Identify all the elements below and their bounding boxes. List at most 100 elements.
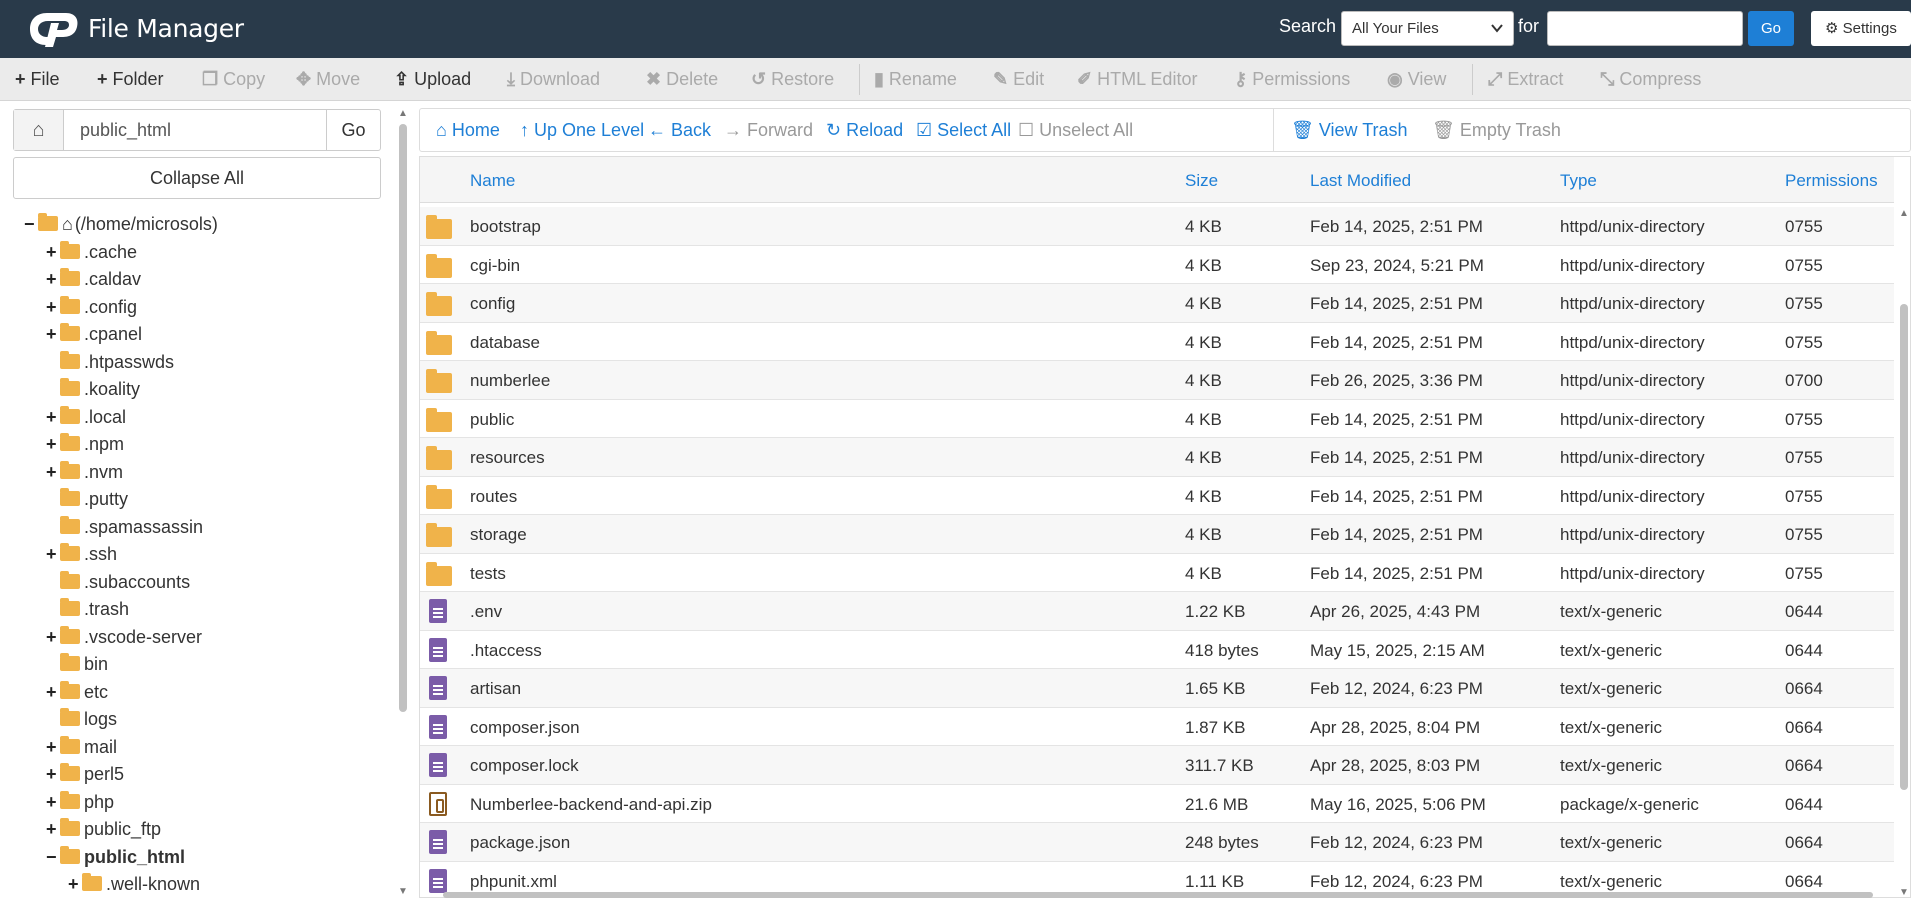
expand-icon[interactable]: + (46, 679, 60, 706)
tree-item[interactable]: + .ssh (46, 541, 117, 568)
search-input[interactable] (1547, 11, 1743, 46)
tree-item[interactable]: .htpasswds (46, 349, 174, 376)
tree-item[interactable]: bin (46, 651, 108, 678)
table-row[interactable]: .env 1.22 KB Apr 26, 2025, 4:43 PM text/x-g… (420, 592, 1894, 631)
tree-item[interactable]: .trash (46, 596, 129, 623)
tree-item[interactable]: .putty (46, 486, 128, 513)
html-editor-button[interactable]: ✐ HTML Editor (1077, 58, 1197, 101)
horizontal-scrollbar[interactable] (419, 892, 1897, 898)
table-row[interactable]: bootstrap 4 KB Feb 14, 2025, 2:51 PM httpd/… (420, 207, 1894, 246)
scrollbar-thumb[interactable] (1900, 304, 1908, 790)
tree-item[interactable]: + .cpanel (46, 321, 142, 348)
column-last-modified[interactable]: Last Modified (1310, 171, 1411, 191)
path-go-button[interactable]: Go (326, 110, 380, 150)
reload-button[interactable]: ↻ Reload (826, 109, 903, 151)
up-one-level-button[interactable]: ↑ Up One Level (520, 109, 644, 151)
tree-item[interactable]: − ⌂ (/home/microsols) (24, 211, 218, 238)
new-folder-button[interactable]: + Folder (97, 58, 164, 101)
table-row[interactable]: storage 4 KB Feb 14, 2025, 2:51 PM httpd/un… (420, 515, 1894, 554)
expand-icon[interactable]: + (46, 294, 60, 321)
cpanel-logo[interactable] (26, 9, 82, 49)
tree-item[interactable]: + .well-known (68, 871, 200, 898)
expand-icon[interactable]: + (46, 624, 60, 651)
collapse-icon[interactable]: − (24, 211, 38, 238)
expand-icon[interactable]: + (46, 266, 60, 293)
copy-button[interactable]: ❐ Copy (202, 58, 265, 101)
expand-icon[interactable]: + (46, 321, 60, 348)
table-row[interactable]: .htaccess 418 bytes May 15, 2025, 2:15 AM t… (420, 631, 1894, 669)
expand-icon[interactable]: + (46, 431, 60, 458)
forward-button[interactable]: → Forward (724, 109, 813, 151)
tree-item[interactable]: + .caldav (46, 266, 141, 293)
tree-item[interactable]: + .cache (46, 239, 137, 266)
table-row[interactable]: composer.json 1.87 KB Apr 28, 2025, 8:04 P… (420, 708, 1894, 746)
empty-trash-button[interactable]: 🗑 Empty Trash (1432, 109, 1561, 151)
view-trash-button[interactable]: 🗑 View Trash (1291, 109, 1408, 151)
table-row[interactable]: tests 4 KB Feb 14, 2025, 2:51 PM httpd/unix… (420, 554, 1894, 592)
tree-item[interactable]: + .nvm (46, 459, 123, 486)
table-row[interactable]: resources 4 KB Feb 14, 2025, 2:51 PM httpd/… (420, 438, 1894, 477)
tree-item[interactable]: + .config (46, 294, 137, 321)
new-file-button[interactable]: + File (15, 58, 60, 101)
edit-button[interactable]: ✎ Edit (993, 58, 1044, 101)
compress-button[interactable]: ⤡ Compress (1600, 58, 1701, 101)
column-type[interactable]: Type (1560, 171, 1597, 191)
home-button[interactable]: ⌂ Home (436, 109, 500, 151)
scroll-down-icon[interactable]: ▼ (1897, 887, 1911, 898)
unselect-all-button[interactable]: ☐ Unselect All (1018, 109, 1133, 151)
view-button[interactable]: ◉ View (1387, 58, 1446, 101)
home-icon[interactable]: ⌂ (14, 110, 64, 150)
column-name[interactable]: Name (470, 171, 515, 191)
back-button[interactable]: ← Back (648, 109, 711, 151)
table-scrollbar[interactable]: ▲ ▼ (1897, 208, 1911, 898)
collapse-all-button[interactable]: Collapse All (13, 157, 381, 199)
upload-button[interactable]: ⇪ Upload (394, 58, 471, 101)
column-size[interactable]: Size (1185, 171, 1218, 191)
table-row[interactable]: routes 4 KB Feb 14, 2025, 2:51 PM httpd/uni… (420, 477, 1894, 515)
column-permissions[interactable]: Permissions (1785, 171, 1878, 191)
table-row[interactable]: public 4 KB Feb 14, 2025, 2:51 PM httpd/uni… (420, 400, 1894, 438)
table-row[interactable]: cgi-bin 4 KB Sep 23, 2024, 5:21 PM httpd/un… (420, 246, 1894, 284)
tree-item[interactable]: − public_html (46, 844, 185, 871)
tree-item[interactable]: .koality (46, 376, 140, 403)
expand-icon[interactable]: + (46, 459, 60, 486)
table-row[interactable]: database 4 KB Feb 14, 2025, 2:51 PM httpd/u… (420, 323, 1894, 361)
table-row[interactable]: config 4 KB Feb 14, 2025, 2:51 PM httpd/uni… (420, 284, 1894, 323)
select-all-button[interactable]: ☑ Select All (916, 109, 1011, 151)
expand-icon[interactable]: + (46, 816, 60, 843)
tree-item[interactable]: + .npm (46, 431, 124, 458)
tree-item[interactable]: .spamassassin (46, 514, 203, 541)
expand-icon[interactable]: + (46, 734, 60, 761)
path-input[interactable]: public_html (80, 120, 171, 141)
tree-item[interactable]: + .local (46, 404, 126, 431)
expand-icon[interactable]: + (46, 761, 60, 788)
sidebar-scrollbar[interactable]: ▲ ▼ (397, 108, 409, 898)
tree-item[interactable]: + perl5 (46, 761, 124, 788)
scrollbar-thumb[interactable] (443, 892, 1873, 898)
rename-button[interactable]: ▮ Rename (874, 58, 957, 101)
tree-item[interactable]: + php (46, 789, 114, 816)
scroll-up-icon[interactable]: ▲ (1897, 208, 1911, 219)
table-row[interactable]: package.json 248 bytes Feb 12, 2024, 6:23 … (420, 823, 1894, 862)
download-button[interactable]: ⤓ Download (507, 58, 600, 101)
search-go-button[interactable]: Go (1748, 11, 1794, 46)
expand-icon[interactable]: + (46, 239, 60, 266)
tree-item[interactable]: .subaccounts (46, 569, 190, 596)
scroll-up-icon[interactable]: ▲ (397, 108, 409, 120)
tree-item[interactable]: logs (46, 706, 117, 733)
search-scope-select[interactable]: All Your Files (1341, 11, 1514, 46)
table-row[interactable]: Numberlee-backend-and-api.zip 21.6 MB May … (420, 785, 1894, 823)
restore-button[interactable]: ↺ Restore (751, 58, 834, 101)
tree-item[interactable]: + public_ftp (46, 816, 161, 843)
settings-button[interactable]: ⚙ Settings (1811, 11, 1911, 46)
table-row[interactable]: numberlee 4 KB Feb 26, 2025, 3:36 PM httpd/… (420, 361, 1894, 400)
table-row[interactable]: artisan 1.65 KB Feb 12, 2024, 6:23 PM text/… (420, 669, 1894, 708)
expand-icon[interactable]: + (46, 789, 60, 816)
table-row[interactable]: composer.lock 311.7 KB Apr 28, 2025, 8:03 … (420, 746, 1894, 785)
expand-icon[interactable]: + (68, 871, 82, 898)
permissions-button[interactable]: ⚷ Permissions (1234, 58, 1350, 101)
expand-icon[interactable]: + (46, 404, 60, 431)
scrollbar-thumb[interactable] (399, 124, 407, 712)
delete-button[interactable]: ✖ Delete (646, 58, 718, 101)
move-button[interactable]: ✥ Move (296, 58, 360, 101)
